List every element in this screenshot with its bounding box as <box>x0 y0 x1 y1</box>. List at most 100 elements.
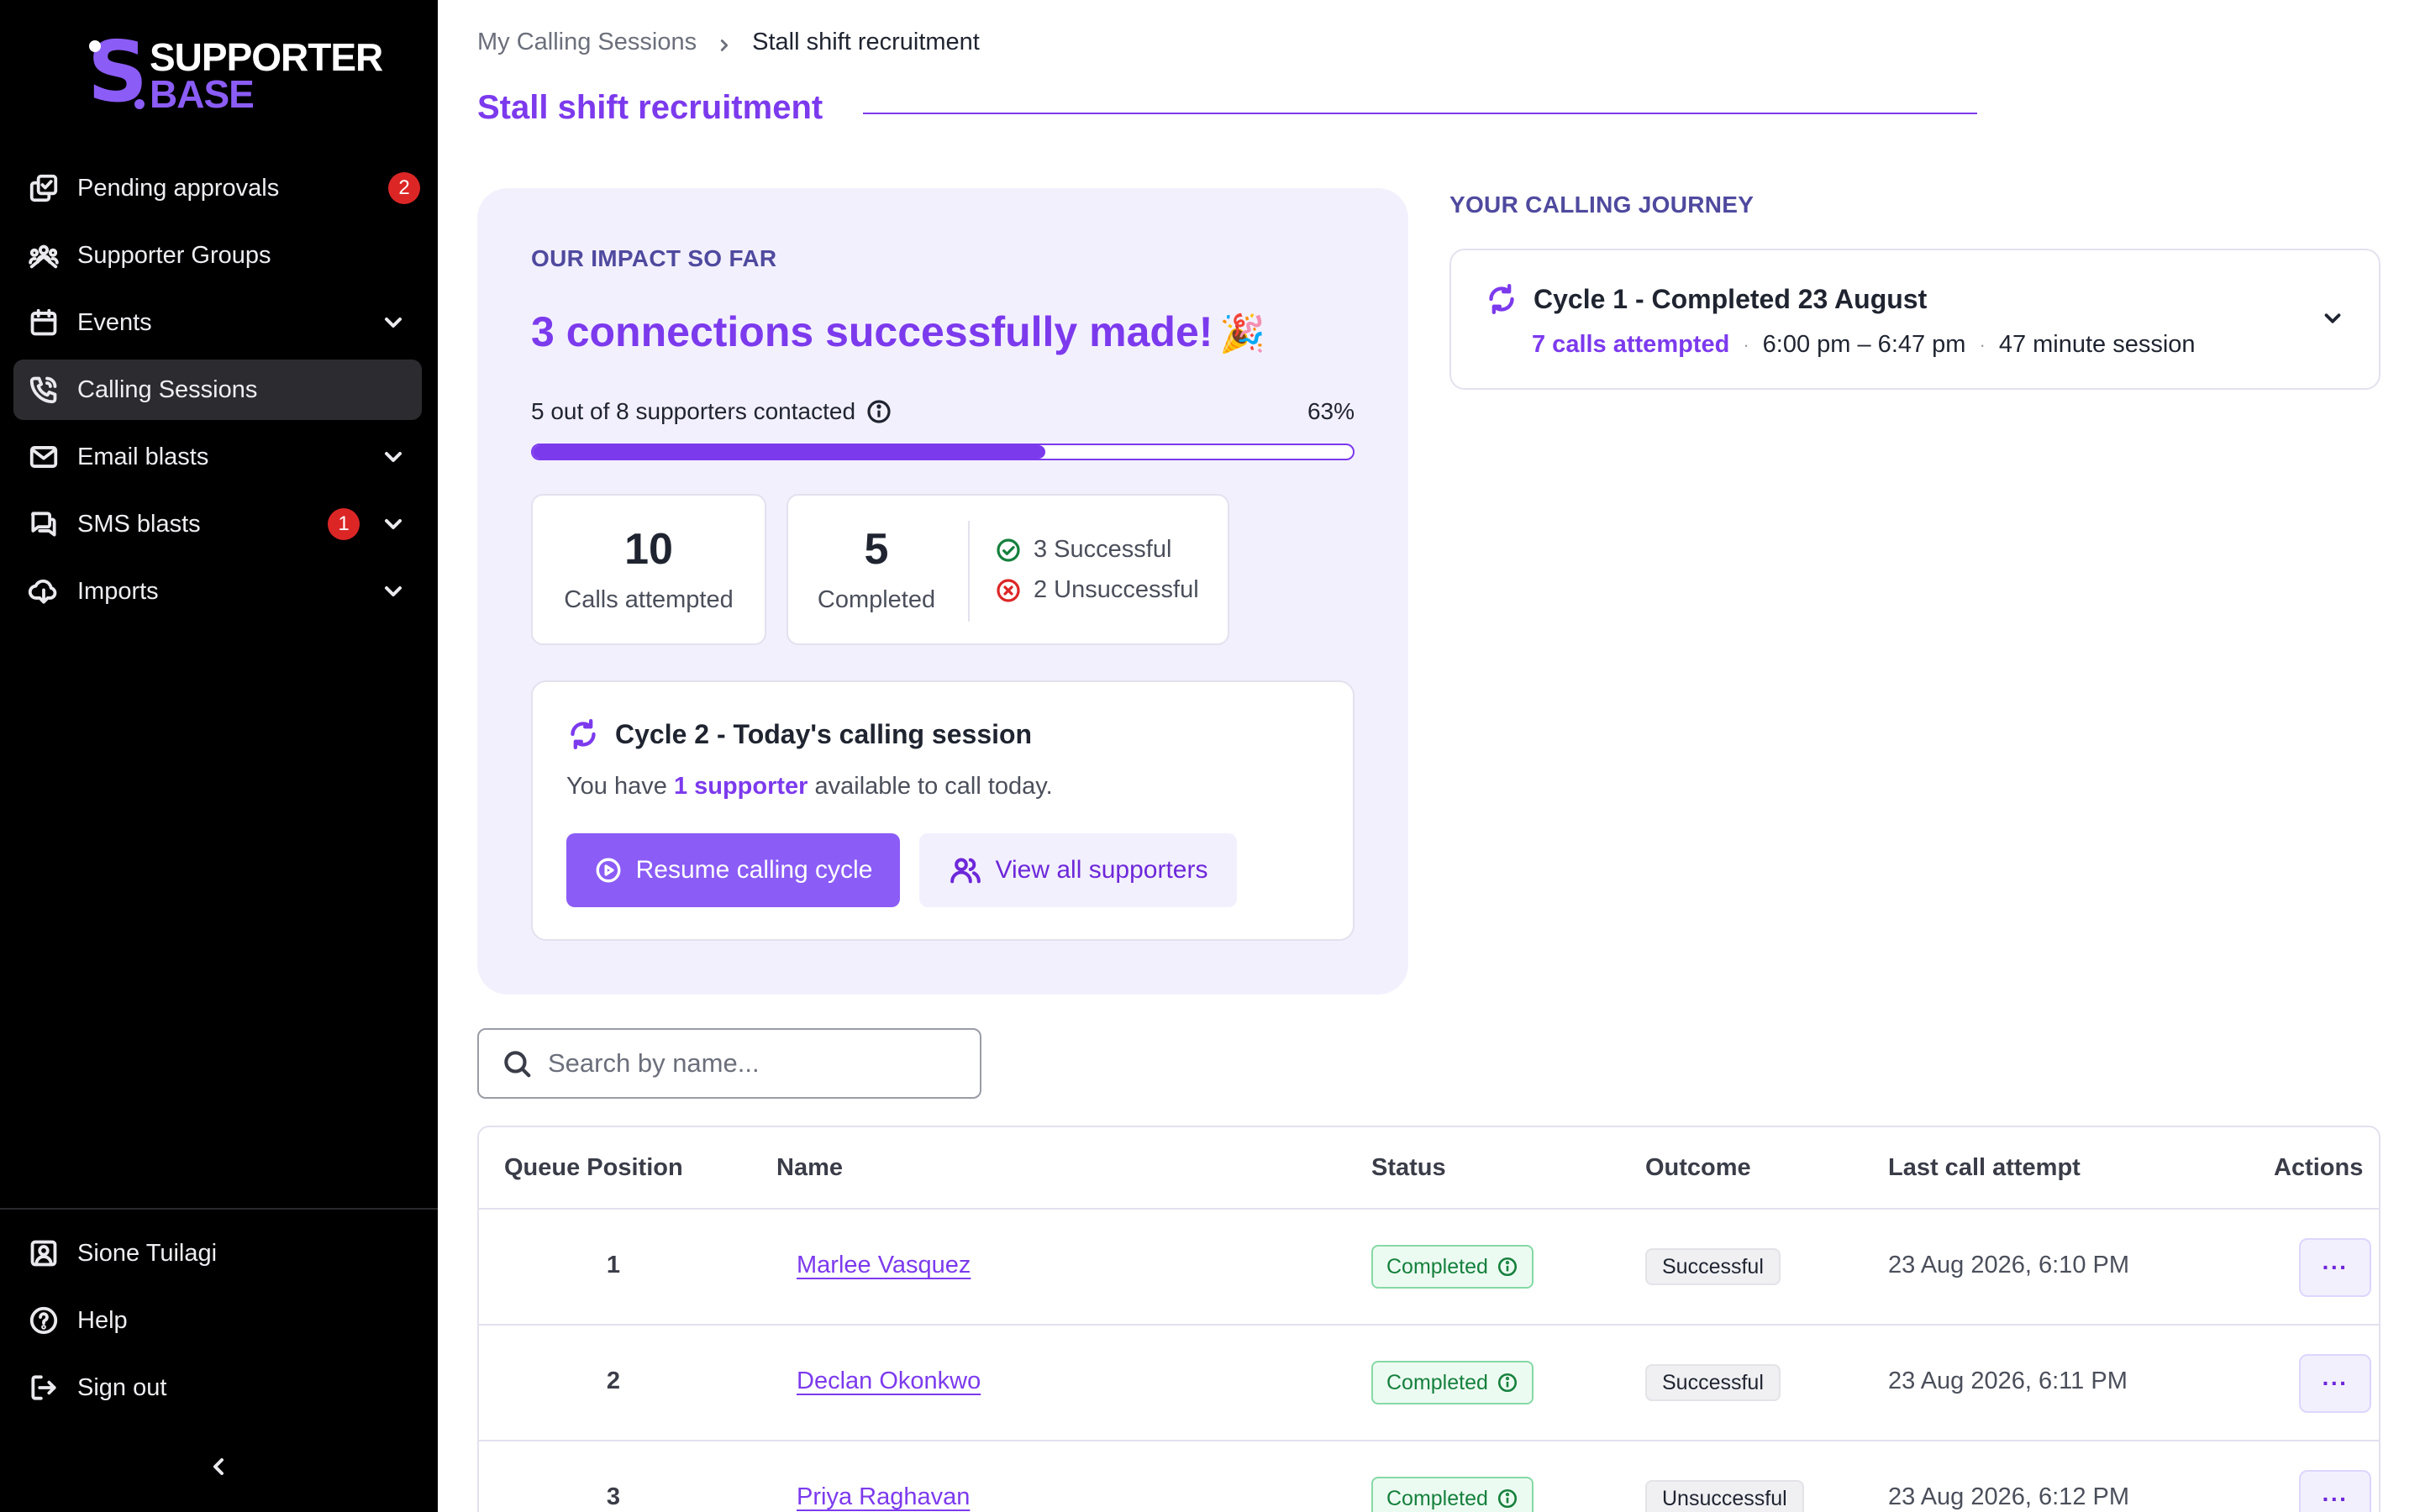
sidebar-item-events[interactable]: Events <box>13 292 422 353</box>
sidebar-item-email-blasts[interactable]: Email blasts <box>13 427 422 487</box>
sidebar-item-sms-blasts[interactable]: SMS blasts 1 <box>13 494 422 554</box>
calls-attempted-label: Calls attempted <box>564 586 734 613</box>
users-icon <box>950 858 981 884</box>
queue-position-cell: 1 <box>606 1252 621 1278</box>
view-all-supporters-button[interactable]: View all supporters <box>919 833 1237 907</box>
resume-button-label: Resume calling cycle <box>635 856 873 884</box>
groups-icon <box>27 239 60 272</box>
sidebar-item-help[interactable]: Help <box>13 1290 422 1351</box>
party-popper-icon: 🎉 <box>1219 312 1266 355</box>
breadcrumb-current: Stall shift recruitment <box>752 29 980 55</box>
refresh-cycle-icon <box>1485 282 1518 316</box>
sidebar-item-label: Supporter Groups <box>77 241 271 269</box>
supporterbase-logo[interactable]: S SUPPORTER BASE <box>87 30 383 116</box>
outcome-badge: Successful <box>1645 1248 1781 1285</box>
journey-duration: 47 minute session <box>1998 331 2196 358</box>
progress-percent: 63% <box>1307 398 1355 424</box>
sms-blasts-badge: 1 <box>328 508 360 540</box>
sidebar-divider <box>0 1208 438 1210</box>
supporter-name-link[interactable]: Priya Raghavan <box>797 1483 970 1511</box>
page-title: Stall shift recruitment <box>477 89 823 126</box>
current-cycle-card: Cycle 2 - Today's calling session You ha… <box>531 680 1355 941</box>
info-icon[interactable] <box>1497 1488 1518 1509</box>
main-content: My Calling Sessions Stall shift recruitm… <box>438 0 2420 1512</box>
table-row: 1 Marlee Vasquez Completed Successful 23… <box>479 1210 2379 1326</box>
impact-card: OUR IMPACT SO FAR 3 connections successf… <box>477 188 1408 995</box>
queue-position-cell: 2 <box>606 1368 621 1394</box>
chevron-down-icon[interactable] <box>380 444 407 470</box>
search-icon <box>504 1051 531 1078</box>
pending-approvals-badge: 2 <box>388 172 420 204</box>
column-header-name[interactable]: Name <box>776 1154 843 1182</box>
chevron-down-icon[interactable] <box>380 309 407 336</box>
column-header-status[interactable]: Status <box>1371 1154 1446 1182</box>
info-icon[interactable] <box>1497 1372 1518 1394</box>
column-header-outcome[interactable]: Outcome <box>1645 1154 1751 1182</box>
user-icon <box>27 1236 60 1270</box>
meta-separator: · <box>1743 333 1749 355</box>
outcome-badge: Successful <box>1645 1364 1781 1401</box>
logo-dot <box>89 40 101 52</box>
play-circle-icon <box>596 858 621 883</box>
row-actions-button[interactable]: ··· <box>2299 1470 2371 1512</box>
sidebar-item-sign-out[interactable]: Sign out <box>13 1357 422 1418</box>
search-input[interactable] <box>548 1048 951 1079</box>
queue-position-cell: 3 <box>606 1483 621 1510</box>
mail-icon <box>27 440 60 474</box>
breadcrumb-parent-link[interactable]: My Calling Sessions <box>477 29 697 56</box>
journey-cycle-title: Cycle 1 - Completed 23 August <box>1485 282 1927 316</box>
supporters-table: Queue Position Name Status Outcome Last … <box>477 1126 2381 1512</box>
sidebar-item-supporter-groups[interactable]: Supporter Groups <box>13 225 422 286</box>
logo-text-bottom: BASE <box>150 72 255 116</box>
resume-calling-cycle-button[interactable]: Resume calling cycle <box>566 833 900 907</box>
column-header-last-call-attempt[interactable]: Last call attempt <box>1888 1154 2081 1182</box>
row-actions-button[interactable]: ··· <box>2299 1354 2371 1413</box>
info-icon[interactable] <box>865 398 892 425</box>
table-header-row: Queue Position Name Status Outcome Last … <box>479 1127 2379 1210</box>
chevron-down-icon[interactable] <box>380 578 407 605</box>
supporter-name-link[interactable]: Marlee Vasquez <box>797 1252 971 1279</box>
progress-bar-fill <box>533 445 1045 459</box>
sidebar-item-label: Help <box>77 1306 128 1334</box>
chevron-right-icon <box>715 34 734 52</box>
impact-eyebrow: OUR IMPACT SO FAR <box>531 245 777 271</box>
calls-attempted-stat: 10 Calls attempted <box>531 494 766 645</box>
help-icon <box>27 1304 60 1337</box>
sidebar-nav: Pending approvals 2 Supporter Groups Eve… <box>13 158 422 628</box>
info-icon[interactable] <box>1497 1256 1518 1278</box>
row-actions-button[interactable]: ··· <box>2299 1238 2371 1297</box>
cycle-availability-text: You have 1 supporter available to call t… <box>566 773 1053 801</box>
sidebar-item-calling-sessions[interactable]: Calling Sessions <box>13 360 422 420</box>
sidebar-item-imports[interactable]: Imports <box>13 561 422 622</box>
sidebar-item-label: Email blasts <box>77 443 209 470</box>
column-header-queue-position[interactable]: Queue Position <box>504 1154 683 1182</box>
journey-cycle-meta: 7 calls attempted · 6:00 pm – 6:47 pm · … <box>1532 331 2196 359</box>
approvals-icon <box>27 171 60 205</box>
table-row: 3 Priya Raghavan Completed Unsuccessful … <box>479 1441 2379 1512</box>
last-call-attempt-cell: 23 Aug 2026, 6:10 PM <box>1888 1252 2129 1278</box>
impact-headline-text: 3 connections successfully made! <box>531 308 1213 355</box>
logo-dot-accent <box>134 99 145 109</box>
cycle-title: Cycle 2 - Today's calling session <box>566 717 1032 751</box>
last-call-attempt-cell: 23 Aug 2026, 6:11 PM <box>1888 1368 2128 1394</box>
supporter-name-link[interactable]: Declan Okonkwo <box>797 1368 981 1395</box>
successful-label: 3 Successful <box>1034 536 1172 563</box>
calendar-icon <box>27 306 60 339</box>
search-field[interactable] <box>477 1028 981 1099</box>
collapse-sidebar-icon[interactable] <box>205 1453 232 1480</box>
progress-label: 5 out of 8 supporters contacted <box>531 398 892 425</box>
progress-label-text: 5 out of 8 supporters contacted <box>531 398 856 424</box>
sidebar-item-label: Events <box>77 308 152 336</box>
journey-cycle-1-card[interactable]: Cycle 1 - Completed 23 August 7 calls at… <box>1449 249 2381 390</box>
stat-divider <box>968 521 970 622</box>
completed-stat: 5 Completed 3 Successful 2 Unsuccessful <box>786 494 1229 645</box>
check-circle-icon <box>997 538 1020 562</box>
sidebar: S SUPPORTER BASE Pending approvals 2 Sup… <box>0 0 438 1512</box>
chevron-down-icon[interactable] <box>380 511 407 538</box>
journey-calls-attempted: 7 calls attempted <box>1532 331 1730 358</box>
sidebar-item-pending-approvals[interactable]: Pending approvals 2 <box>13 158 422 218</box>
sidebar-item-profile[interactable]: Sione Tuilagi <box>13 1223 422 1284</box>
sidebar-item-label: Sign out <box>77 1373 167 1401</box>
status-badge-label: Completed <box>1386 1254 1488 1278</box>
chevron-down-icon[interactable] <box>2320 306 2345 331</box>
